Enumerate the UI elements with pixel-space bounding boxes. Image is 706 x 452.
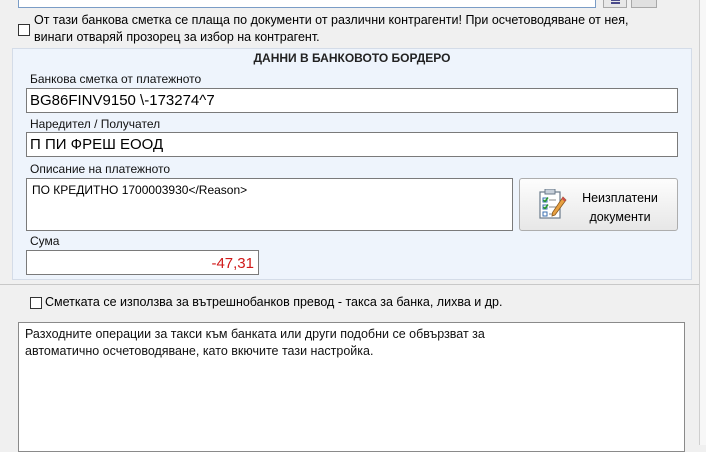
checklist-pencil-icon [539, 188, 567, 224]
internal-transfer-label: Сметката се използва за вътрешнобанков п… [45, 295, 503, 309]
top-partial-button-list[interactable] [603, 0, 627, 8]
unpaid-documents-button[interactable]: Неизплатени документи [519, 178, 678, 231]
list-icon [611, 0, 620, 4]
section-divider [0, 284, 706, 285]
multiple-counterparties-text: От тази банкова сметка се плаща по докум… [34, 12, 674, 46]
party-label: Наредител / Получател [30, 117, 161, 131]
amount-label: Сума [30, 234, 60, 248]
account-value: BG86FINV9150 \-173274^7 [30, 92, 215, 109]
party-value: П ПИ ФРЕШ ЕООД [30, 136, 164, 153]
window-right-edge [699, 0, 706, 445]
warning-line-2: винаги отваряй прозорец за избор на конт… [34, 30, 320, 44]
amount-value: -47,31 [211, 255, 254, 272]
description-label: Описание на платежното [30, 162, 171, 176]
panel-title: ДАННИ В БАНКОВОТО БОРДЕРО [253, 51, 451, 65]
description-field[interactable]: ПО КРЕДИТНО 1700003930</Reason> [26, 178, 513, 231]
amount-field[interactable]: -47,31 [26, 250, 259, 275]
unpaid-documents-label: Неизплатени документи [564, 189, 676, 227]
description-value: ПО КРЕДИТНО 1700003930</Reason> [32, 183, 248, 197]
account-field[interactable]: BG86FINV9150 \-173274^7 [26, 88, 678, 113]
account-label: Банкова сметка от платежното [30, 72, 202, 86]
info-line-1: Разходните операции за такси към банката… [25, 327, 485, 341]
info-text: Разходните операции за такси към банката… [25, 326, 625, 360]
party-field[interactable]: П ПИ ФРЕШ ЕООД [26, 132, 678, 157]
info-line-2: автоматично осчетоводяване, като вкючите… [25, 344, 374, 358]
unpaid-documents-line-1: Неизплатени [582, 191, 658, 205]
top-partial-button[interactable] [631, 0, 657, 8]
unpaid-documents-line-2: документи [589, 210, 651, 224]
internal-transfer-checkbox[interactable] [30, 297, 42, 309]
top-partial-input[interactable] [18, 0, 596, 8]
multiple-counterparties-checkbox[interactable] [18, 24, 30, 36]
warning-line-1: От тази банкова сметка се плаща по докум… [34, 13, 629, 27]
